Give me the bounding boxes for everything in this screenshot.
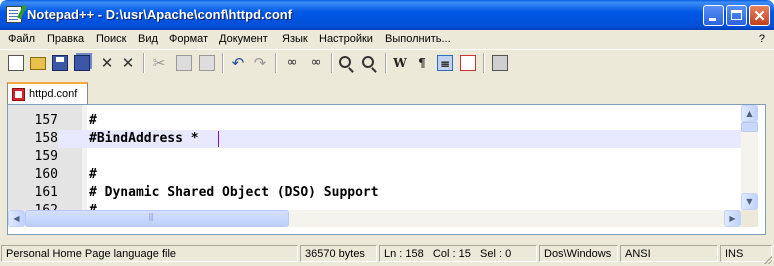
zoom-out-icon[interactable] [362,56,374,68]
scroll-right-button[interactable]: ▶ [724,210,741,227]
editor-line[interactable]: 160 # [8,166,741,184]
line-number: 159 [8,148,58,166]
status-file-size: 36570 bytes [300,245,377,262]
menu-view[interactable]: Вид [138,33,158,45]
editor-area[interactable]: 157 # 158 #BindAddress * 159 160 # 161 #… [7,104,766,235]
close-icon[interactable]: ✕ [99,55,115,71]
line-number: 161 [8,184,58,202]
find-icon[interactable]: ∞ [284,55,300,71]
undo-icon[interactable]: ↶ [230,55,246,71]
status-bar: Personal Home Page language file 36570 b… [0,242,774,266]
toolbar: ✕ ✕ ✂ ↶ ↷ ∞ ∞ W ¶ ≡ [0,49,774,77]
open-folder-icon[interactable] [30,57,46,70]
document-tab-bar: httpd.conf [0,76,774,104]
toolbar-separator [222,53,224,73]
line-text: #BindAddress * [89,131,199,146]
minimize-button[interactable] [703,5,724,26]
copy-icon[interactable] [176,55,192,71]
show-all-chars-icon[interactable]: ¶ [414,55,430,71]
replace-icon[interactable]: ∞ [308,55,324,71]
save-all-icon[interactable] [74,55,90,71]
line-number: 160 [8,166,58,184]
line-number: 157 [8,112,58,130]
line-number: 158 [8,130,58,148]
scroll-up-button[interactable]: ▲ [741,105,758,122]
status-eol-format: Dos\Windows [539,245,618,262]
menu-settings[interactable]: Настройки [319,33,373,45]
menu-run[interactable]: Выполнить... [385,33,451,45]
horizontal-scrollbar[interactable]: ◀ ▶ [8,210,741,227]
tab-httpd-conf[interactable]: httpd.conf [7,82,88,104]
text-caret [218,131,219,147]
editor-line[interactable]: 159 [8,148,741,166]
window-title: Notepad++ - D:\usr\Apache\conf\httpd.con… [27,7,293,22]
close-window-button[interactable]: ✕ [749,5,770,26]
scroll-left-button[interactable]: ◀ [8,210,25,227]
menu-file[interactable]: Файл [8,33,35,45]
line-text: # Dynamic Shared Object (DSO) Support [89,185,379,200]
line-text: # [89,167,97,182]
cut-icon[interactable]: ✂ [151,55,167,71]
user-lang-icon[interactable] [460,55,476,71]
title-bar[interactable]: Notepad++ - D:\usr\Apache\conf\httpd.con… [0,0,774,30]
redo-icon[interactable]: ↷ [252,55,268,71]
editor-line-current[interactable]: 158 #BindAddress * [8,130,741,148]
print-icon[interactable] [492,55,508,71]
menu-format[interactable]: Формат [169,33,208,45]
status-encoding: ANSI [620,245,718,262]
menu-edit[interactable]: Правка [47,33,84,45]
toolbar-separator [483,53,485,73]
menu-language[interactable]: Язык [282,33,308,45]
menu-search[interactable]: Поиск [96,33,126,45]
toolbar-separator [275,53,277,73]
menu-bar: Файл Правка Поиск Вид Формат Документ Яз… [0,30,774,49]
word-wrap-icon[interactable]: W [392,55,408,71]
toolbar-separator [143,53,145,73]
scrollbar-corner [741,210,758,227]
status-file-type: Personal Home Page language file [1,245,298,262]
toolbar-separator [385,53,387,73]
resize-grip[interactable] [762,254,772,264]
zoom-in-icon[interactable] [339,56,351,68]
scroll-down-button[interactable]: ▼ [741,193,758,210]
close-icon: ✕ [753,8,766,25]
status-cursor-position: Ln : 158 Col : 15 Sel : 0 [379,245,537,262]
menu-document[interactable]: Документ [219,33,268,45]
editor-line[interactable]: 161 # Dynamic Shared Object (DSO) Suppor… [8,184,741,202]
save-icon[interactable] [52,55,68,71]
close-all-icon[interactable]: ✕ [120,55,136,71]
maximize-button[interactable] [726,5,747,26]
new-file-icon[interactable] [8,55,24,71]
saved-file-icon [12,88,25,101]
editor-line[interactable]: 157 # [8,112,741,130]
paste-icon[interactable] [199,55,215,71]
indent-guide-icon[interactable]: ≡ [437,55,453,71]
notepad-app-icon [6,6,22,23]
menu-help[interactable]: ? [759,33,765,45]
vertical-scrollbar[interactable]: ▲ ▼ [741,105,758,210]
horizontal-scroll-thumb[interactable] [25,210,289,227]
toolbar-separator [331,53,333,73]
tab-label: httpd.conf [29,88,78,100]
notepadpp-window: Notepad++ - D:\usr\Apache\conf\httpd.con… [0,0,774,266]
vertical-scroll-thumb[interactable] [741,122,758,132]
line-text: # [89,113,97,128]
